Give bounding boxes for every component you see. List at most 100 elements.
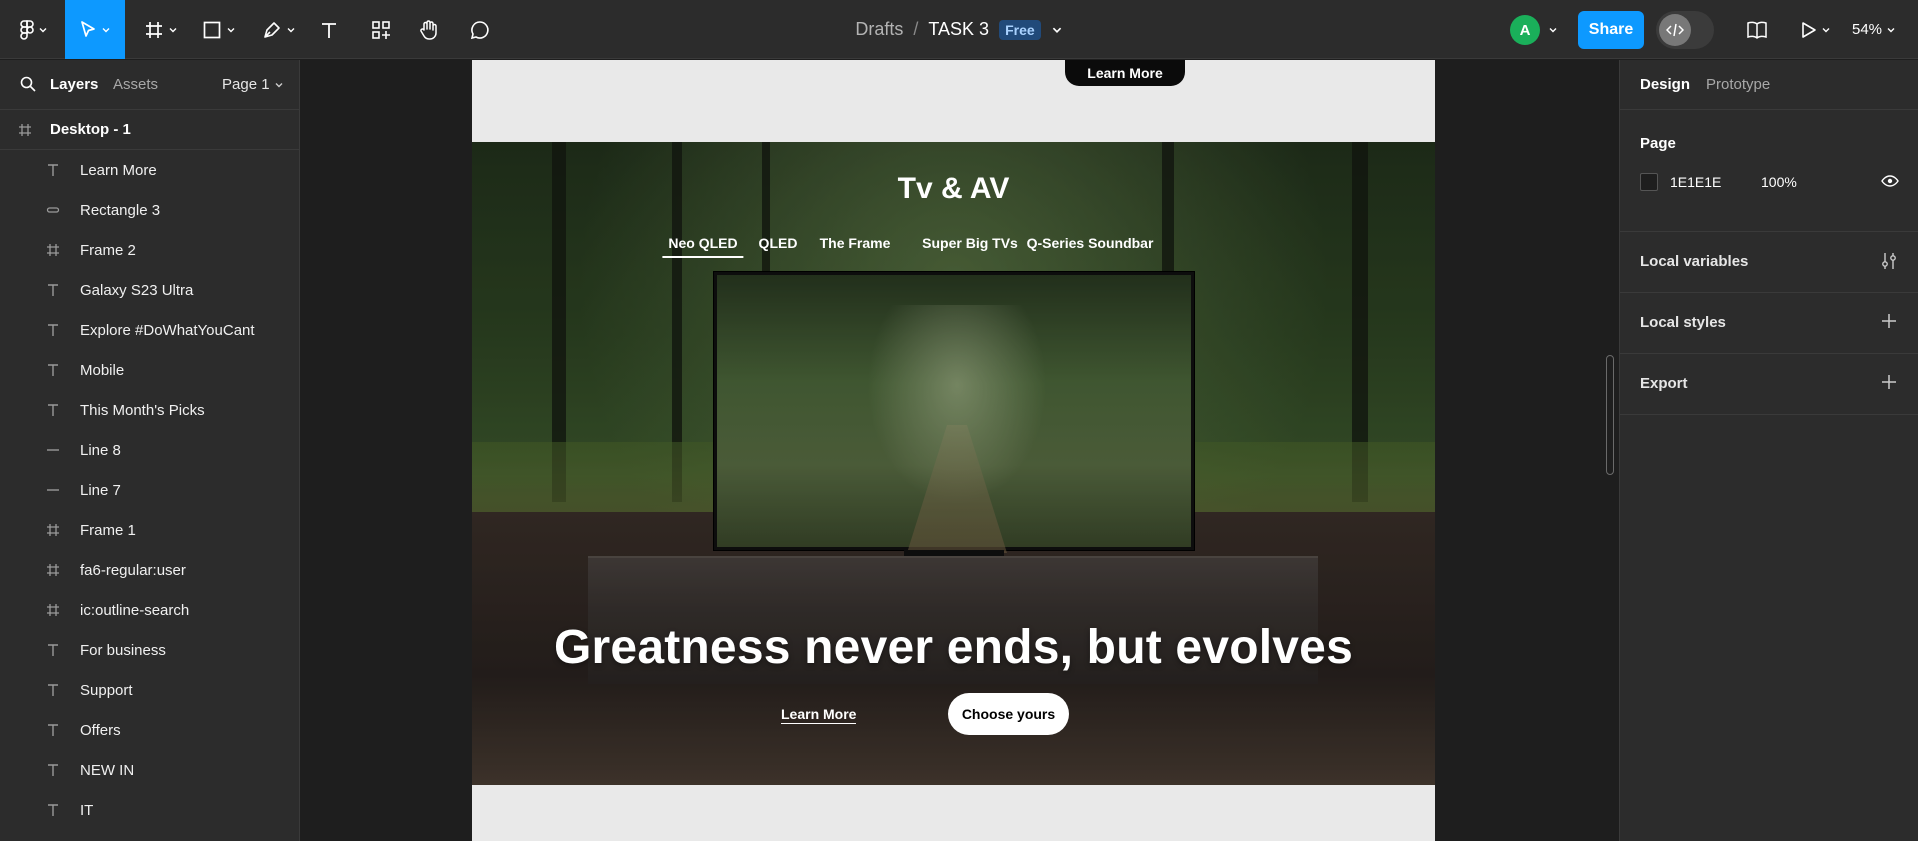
frame-icon — [46, 563, 80, 577]
text-icon — [46, 283, 80, 297]
tab-design[interactable]: Design — [1640, 76, 1690, 93]
frame-section-bottom[interactable] — [472, 785, 1435, 841]
layer-item[interactable]: fa6-regular:user — [0, 550, 299, 590]
figma-logo-icon — [20, 19, 34, 40]
hero-section[interactable]: Tv & AV Neo QLED QLED The Frame Super Big T… — [472, 142, 1435, 785]
layer-item[interactable]: Line 8 — [0, 430, 299, 470]
shape-tool-button[interactable] — [196, 0, 242, 59]
tab-assets[interactable]: Assets — [113, 76, 158, 93]
main-menu-button[interactable] — [12, 0, 56, 59]
layer-item[interactable]: NEW IN — [0, 750, 299, 790]
page-color-value[interactable]: 1E1E1E — [1670, 174, 1721, 190]
dev-mode-knob — [1659, 14, 1691, 46]
resources-tool-button[interactable] — [366, 0, 396, 59]
comment-tool-button[interactable] — [465, 0, 495, 59]
layer-item-label: ic:outline-search — [80, 601, 190, 619]
rectangle-tool-icon — [203, 21, 221, 38]
layer-item[interactable]: Galaxy S23 Ultra — [0, 270, 299, 310]
layer-item[interactable]: Offers — [0, 710, 299, 750]
layer-item[interactable]: For business — [0, 630, 299, 670]
layer-item-label: For business — [80, 641, 166, 659]
page-section-title: Page — [1640, 135, 1676, 152]
search-icon[interactable] — [20, 76, 36, 92]
share-button[interactable]: Share — [1578, 11, 1644, 49]
hero-tab[interactable]: Neo QLED — [662, 235, 744, 258]
chevron-down-icon — [287, 27, 295, 32]
components-icon — [372, 20, 390, 39]
file-menu-chevron-icon[interactable] — [1051, 24, 1063, 36]
layer-frame-desktop[interactable]: Desktop - 1 — [0, 110, 299, 150]
eye-icon[interactable] — [1881, 174, 1899, 188]
layer-item-label: Frame 1 — [80, 521, 136, 539]
layer-item[interactable]: ic:outline-search — [0, 590, 299, 630]
chevron-down-icon — [169, 27, 177, 32]
tab-layers[interactable]: Layers — [50, 76, 98, 93]
page-opacity-value[interactable]: 100% — [1761, 174, 1797, 190]
text-icon — [46, 803, 80, 817]
text-icon — [46, 403, 80, 417]
chevron-down-icon — [39, 27, 47, 32]
layer-item[interactable]: Line 7 — [0, 470, 299, 510]
design-canvas[interactable]: Learn More Tv & AV Neo QLED QLED The Frame… — [301, 60, 1619, 841]
text-tool-button[interactable] — [314, 0, 344, 59]
library-button[interactable] — [1742, 0, 1772, 59]
layer-item[interactable]: IT — [0, 790, 299, 830]
avatar[interactable]: A — [1510, 15, 1540, 45]
text-icon — [46, 683, 80, 697]
page-selector[interactable]: Page 1 — [222, 76, 284, 93]
present-button[interactable] — [1796, 0, 1836, 59]
hand-tool-button[interactable] — [414, 0, 444, 59]
breadcrumb-drafts[interactable]: Drafts — [855, 19, 903, 40]
code-icon — [1666, 23, 1684, 37]
hero-tab[interactable]: Super Big TVs — [922, 235, 1018, 251]
chevron-down-icon[interactable] — [1548, 25, 1558, 35]
frame-section-top[interactable]: Learn More — [472, 60, 1435, 142]
plus-icon[interactable] — [1880, 312, 1898, 330]
move-tool-button[interactable] — [65, 0, 125, 59]
chevron-down-icon — [275, 82, 283, 87]
frame-name: Desktop - 1 — [50, 121, 131, 138]
layer-item[interactable]: Frame 1 — [0, 510, 299, 550]
layer-item-label: Explore #DoWhatYouCant — [80, 321, 255, 339]
dev-mode-toggle[interactable] — [1656, 11, 1714, 49]
layer-item[interactable]: Explore #DoWhatYouCant — [0, 310, 299, 350]
canvas-scrollbar[interactable] — [1606, 355, 1614, 475]
variables-settings-icon[interactable] — [1880, 251, 1898, 271]
learn-more-link[interactable]: Learn More — [781, 706, 857, 724]
tab-prototype[interactable]: Prototype — [1706, 76, 1770, 93]
text-icon — [46, 163, 80, 177]
zoom-control[interactable]: 54% — [1852, 0, 1896, 59]
breadcrumb-separator: / — [913, 19, 919, 39]
chevron-down-icon — [1887, 27, 1895, 32]
layer-item-label: Mobile — [80, 361, 125, 379]
export-section[interactable]: Export — [1620, 354, 1918, 415]
choose-yours-button[interactable]: Choose yours — [948, 693, 1069, 735]
hero-title: Tv & AV — [897, 172, 1010, 205]
hero-tab[interactable]: QLED — [759, 235, 798, 251]
export-label: Export — [1640, 375, 1688, 392]
local-styles-section[interactable]: Local styles — [1620, 293, 1918, 354]
layer-item[interactable]: Frame 2 — [0, 230, 299, 270]
learn-more-button[interactable]: Learn More — [1065, 60, 1185, 86]
layer-item-label: Frame 2 — [80, 241, 136, 259]
hero-tab[interactable]: Q-Series Soundbar — [1027, 235, 1154, 251]
plan-badge[interactable]: Free — [999, 19, 1041, 40]
layer-item[interactable]: Rectangle 3 — [0, 190, 299, 230]
frame-tool-button[interactable] — [138, 0, 184, 59]
layer-item-label: Support — [80, 681, 133, 699]
right-panel-tabs: Design Prototype — [1620, 60, 1918, 110]
layer-list: Learn More Rectangle 3 Frame 2 Galaxy S23 U… — [0, 150, 299, 830]
layer-item-label: Line 7 — [80, 481, 121, 499]
layer-item[interactable]: This Month's Picks — [0, 390, 299, 430]
page-section: Page 1E1E1E 100% — [1620, 110, 1918, 232]
layer-item[interactable]: Support — [0, 670, 299, 710]
page-color-swatch[interactable] — [1640, 173, 1658, 191]
properties-panel: Design Prototype Page 1E1E1E 100% Local … — [1619, 60, 1918, 841]
file-name[interactable]: TASK 3 — [928, 19, 989, 40]
pen-tool-button[interactable] — [256, 0, 302, 59]
local-variables-section[interactable]: Local variables — [1620, 232, 1918, 293]
hero-tab[interactable]: The Frame — [820, 235, 891, 251]
layer-item[interactable]: Learn More — [0, 150, 299, 190]
layer-item[interactable]: Mobile — [0, 350, 299, 390]
plus-icon[interactable] — [1880, 373, 1898, 391]
